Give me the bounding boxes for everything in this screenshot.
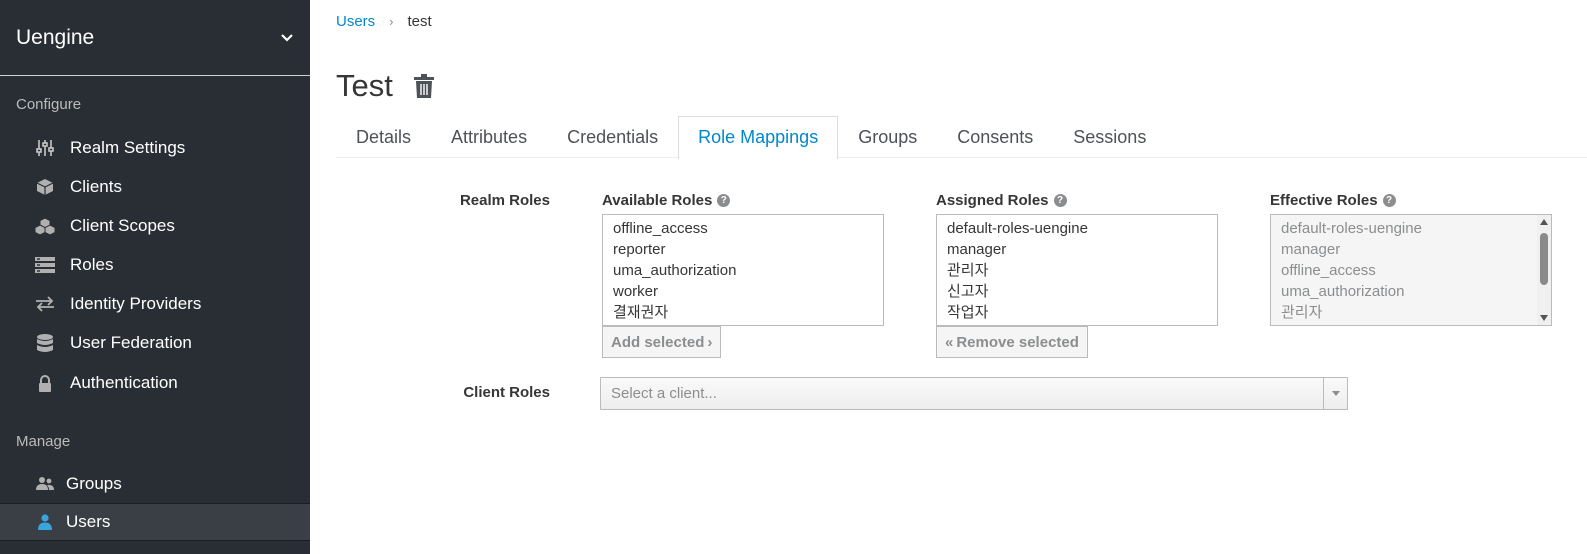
client-roles-label: Client Roles bbox=[463, 384, 550, 401]
list-item[interactable]: reporter bbox=[603, 239, 883, 260]
realm-selector[interactable]: Uengine bbox=[0, 0, 310, 76]
sidebar-item-label: Identity Providers bbox=[70, 294, 202, 313]
breadcrumb-current: test bbox=[407, 13, 432, 30]
realm-roles-label: Realm Roles bbox=[459, 192, 550, 209]
add-selected-label: Add selected bbox=[611, 333, 705, 351]
assigned-roles-list[interactable]: default-roles-uengine manager 관리자 신고자 작업… bbox=[936, 214, 1218, 326]
list-item: manager bbox=[1281, 241, 1341, 258]
realm-name: Uengine bbox=[16, 25, 95, 49]
scrollbar[interactable] bbox=[1537, 215, 1551, 325]
remove-selected-label: Remove selected bbox=[956, 333, 1079, 351]
sidebar-item-user-federation[interactable]: User Federation bbox=[0, 324, 310, 362]
trash-icon[interactable] bbox=[413, 73, 435, 99]
chevron-right-icon: › bbox=[707, 333, 713, 351]
scrollbar-thumb[interactable] bbox=[1540, 233, 1548, 285]
help-icon[interactable]: ? bbox=[717, 194, 731, 207]
sidebar-item-roles[interactable]: Roles bbox=[0, 246, 310, 284]
help-icon[interactable]: ? bbox=[1382, 194, 1396, 207]
sidebar-item-clients[interactable]: Clients bbox=[0, 168, 310, 206]
sidebar-item-identity-providers[interactable]: Identity Providers bbox=[0, 285, 310, 323]
sidebar-item-label: Client Scopes bbox=[70, 216, 175, 235]
list-item: default-roles-uengine bbox=[1281, 220, 1422, 237]
sidebar-item-users[interactable]: Users bbox=[0, 503, 310, 541]
page-title: Test bbox=[336, 68, 393, 103]
tab-attributes[interactable]: Attributes bbox=[431, 116, 547, 158]
sidebar: Uengine Configure Realm Settings Clients… bbox=[0, 0, 310, 554]
list-item[interactable]: 작업자 bbox=[937, 302, 1217, 323]
available-roles-label: Available Roles ? bbox=[602, 192, 731, 209]
users-icon bbox=[34, 473, 56, 495]
cube-icon bbox=[34, 176, 56, 198]
breadcrumb-users-link[interactable]: Users bbox=[336, 13, 375, 30]
help-icon[interactable]: ? bbox=[1053, 194, 1067, 207]
available-roles-title: Available Roles bbox=[602, 192, 713, 209]
assigned-roles-label: Assigned Roles ? bbox=[936, 192, 1067, 209]
cubes-icon bbox=[34, 215, 56, 237]
breadcrumb: Users › test bbox=[336, 13, 432, 30]
lock-icon bbox=[34, 372, 56, 394]
list-item[interactable]: 결재권자 bbox=[603, 302, 883, 323]
list-item[interactable]: 관리자 bbox=[937, 260, 1217, 281]
sidebar-item-label: Authentication bbox=[70, 373, 178, 392]
list-item: offline_access bbox=[1281, 262, 1376, 279]
tab-role-mappings[interactable]: Role Mappings bbox=[678, 116, 839, 159]
sidebar-item-realm-settings[interactable]: Realm Settings bbox=[0, 129, 310, 167]
list-item[interactable]: offline_access bbox=[603, 218, 883, 239]
list-item[interactable]: worker bbox=[603, 281, 883, 302]
list-item: uma_authorization bbox=[1281, 283, 1405, 300]
list-item: 관리자 bbox=[1281, 304, 1323, 321]
available-roles-list[interactable]: offline_access reporter uma_authorizatio… bbox=[602, 214, 884, 326]
list-icon bbox=[34, 254, 56, 276]
manage-section-title: Manage bbox=[16, 433, 71, 450]
sidebar-item-groups[interactable]: Groups bbox=[0, 465, 310, 503]
page-title-row: Test bbox=[336, 68, 435, 104]
user-icon bbox=[34, 511, 56, 533]
scroll-down-icon[interactable] bbox=[1540, 315, 1548, 321]
sidebar-item-label: Clients bbox=[70, 177, 122, 196]
tab-sessions[interactable]: Sessions bbox=[1053, 116, 1166, 158]
sidebar-item-label: Groups bbox=[66, 474, 122, 493]
sidebar-item-authentication[interactable]: Authentication bbox=[0, 364, 310, 402]
list-item[interactable]: default-roles-uengine bbox=[937, 218, 1217, 239]
client-select-placeholder: Select a client... bbox=[611, 385, 717, 402]
list-item[interactable]: 신고자 bbox=[937, 281, 1217, 302]
chevron-double-left-icon: « bbox=[945, 333, 954, 351]
sliders-icon bbox=[34, 137, 56, 159]
client-select[interactable]: Select a client... bbox=[600, 377, 1348, 410]
sidebar-item-client-scopes[interactable]: Client Scopes bbox=[0, 207, 310, 245]
scroll-up-icon[interactable] bbox=[1540, 219, 1548, 225]
sidebar-item-label: Realm Settings bbox=[70, 138, 186, 157]
exchange-icon bbox=[34, 293, 56, 315]
user-tabs: Details Attributes Credentials Role Mapp… bbox=[336, 116, 1587, 159]
sidebar-item-label: Roles bbox=[70, 255, 114, 274]
remove-selected-button[interactable]: « Remove selected bbox=[936, 326, 1088, 358]
add-selected-button[interactable]: Add selected › bbox=[602, 326, 722, 358]
effective-roles-title: Effective Roles bbox=[1270, 192, 1378, 209]
chevron-down-icon bbox=[280, 31, 294, 45]
sidebar-item-label: Users bbox=[66, 512, 111, 531]
assigned-roles-title: Assigned Roles bbox=[936, 192, 1049, 209]
list-item[interactable]: manager bbox=[937, 239, 1217, 260]
list-item[interactable]: uma_authorization bbox=[603, 260, 883, 281]
effective-roles-label: Effective Roles ? bbox=[1270, 192, 1396, 209]
caret-down-icon[interactable] bbox=[1323, 378, 1347, 409]
tab-groups[interactable]: Groups bbox=[838, 116, 937, 158]
database-icon bbox=[34, 332, 56, 354]
tab-credentials[interactable]: Credentials bbox=[547, 116, 678, 158]
sidebar-item-label: User Federation bbox=[70, 333, 192, 352]
configure-section-title: Configure bbox=[16, 96, 82, 113]
main-content: Users › test Test Details Attributes Cre… bbox=[310, 0, 1587, 554]
effective-roles-list: default-roles-uengine manager offline_ac… bbox=[1270, 214, 1552, 326]
tab-consents[interactable]: Consents bbox=[937, 116, 1053, 158]
breadcrumb-separator-icon: › bbox=[389, 14, 394, 29]
tab-details[interactable]: Details bbox=[336, 116, 431, 158]
